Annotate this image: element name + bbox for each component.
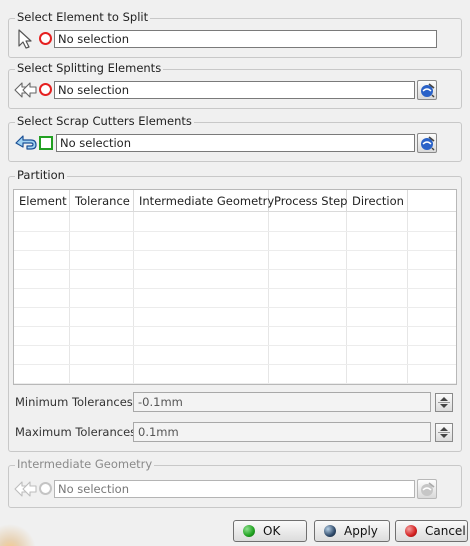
scrap-cutters-group: Select Scrap Cutters Elements No selecti… (8, 114, 462, 162)
red-circle-icon (39, 83, 52, 96)
splitting-elements-list-button[interactable] (417, 80, 437, 100)
spin-divider (438, 432, 450, 433)
spin-up-icon[interactable] (440, 427, 448, 431)
intermediate-geometry-legend: Intermediate Geometry (15, 457, 155, 471)
pointer-arrow-icon (18, 29, 32, 49)
row-divider (14, 364, 456, 365)
partition-table[interactable]: Element Tolerance Intermediate Geometry … (13, 189, 457, 385)
scrap-cutters-legend: Select Scrap Cutters Elements (15, 114, 194, 128)
spin-down-icon[interactable] (440, 404, 448, 408)
row-divider (14, 269, 456, 270)
double-arrow-icon (14, 82, 37, 98)
row-divider (14, 231, 456, 232)
row-divider (14, 288, 456, 289)
minimum-tolerance-row: Minimum Tolerances -0.1mm (9, 392, 463, 414)
ok-button-label: OK (263, 524, 281, 538)
scrap-cutters-list-button[interactable] (417, 133, 437, 153)
cancel-button-label: Cancel (425, 524, 466, 538)
spin-up-icon[interactable] (440, 397, 448, 401)
red-dot-icon (405, 525, 417, 537)
intermediate-geometry-group: Intermediate Geometry No selection (8, 457, 462, 508)
apply-button-label: Apply (344, 524, 378, 538)
corner-decoration (0, 516, 40, 546)
column-header-process-step[interactable]: Process Step (269, 190, 347, 212)
green-square-icon (39, 136, 53, 150)
column-divider (346, 212, 347, 384)
column-header-intermediate-geometry[interactable]: Intermediate Geometry (134, 190, 274, 212)
double-arrow-icon (14, 481, 37, 497)
scrap-cutters-row: No selection (15, 132, 455, 154)
column-header-tolerance[interactable]: Tolerance (70, 190, 134, 212)
splitting-elements-group: Select Splitting Elements No selection (8, 61, 462, 109)
intermediate-geometry-field: No selection (54, 480, 415, 498)
spin-divider (438, 402, 450, 403)
red-circle-icon (39, 32, 52, 45)
element-to-split-field[interactable]: No selection (54, 30, 437, 48)
row-divider (14, 326, 456, 327)
maximum-tolerance-label: Maximum Tolerances (15, 425, 137, 439)
minimum-tolerance-field[interactable]: -0.1mm (133, 392, 431, 412)
green-dot-icon (243, 525, 255, 537)
maximum-tolerance-field[interactable]: 0.1mm (133, 422, 431, 442)
element-to-split-row: No selection (15, 28, 455, 50)
column-divider (133, 212, 134, 384)
partition-table-header: Element Tolerance Intermediate Geometry … (14, 190, 456, 212)
list-edit-icon (421, 482, 435, 496)
row-divider (14, 345, 456, 346)
maximum-tolerance-spinner[interactable] (435, 423, 453, 442)
column-header-element[interactable]: Element (14, 190, 70, 212)
apply-button[interactable]: Apply (314, 520, 390, 542)
row-divider (14, 250, 456, 251)
element-to-split-group: Select Element to Split No selection (8, 10, 462, 58)
row-divider (14, 307, 456, 308)
partition-legend: Partition (15, 168, 67, 182)
ok-button[interactable]: OK (233, 520, 307, 542)
column-header-direction[interactable]: Direction (347, 190, 408, 212)
scrap-cutters-field[interactable]: No selection (56, 134, 415, 152)
spin-down-icon[interactable] (440, 434, 448, 438)
splitting-elements-field[interactable]: No selection (54, 81, 415, 99)
intermediate-geometry-list-button (417, 479, 437, 499)
minimum-tolerance-spinner[interactable] (435, 393, 453, 412)
split-dialog: Select Element to Split No selection Sel… (0, 0, 470, 546)
blue-curved-arrow-icon (15, 135, 37, 150)
partition-group: Partition Element Tolerance Intermediate… (8, 168, 463, 452)
column-divider (268, 212, 269, 384)
splitting-elements-legend: Select Splitting Elements (15, 61, 164, 75)
intermediate-geometry-row: No selection (14, 478, 455, 500)
cancel-button[interactable]: Cancel (395, 520, 468, 542)
list-edit-icon (421, 83, 435, 98)
column-divider (407, 212, 408, 384)
grey-circle-icon (39, 482, 52, 495)
maximum-tolerance-row: Maximum Tolerances 0.1mm (9, 422, 463, 444)
element-to-split-legend: Select Element to Split (15, 10, 151, 24)
minimum-tolerance-label: Minimum Tolerances (15, 395, 133, 409)
column-divider (69, 212, 70, 384)
list-edit-icon (421, 136, 435, 151)
navy-dot-icon (324, 525, 336, 537)
row-divider (14, 383, 456, 384)
splitting-elements-row: No selection (14, 79, 455, 101)
